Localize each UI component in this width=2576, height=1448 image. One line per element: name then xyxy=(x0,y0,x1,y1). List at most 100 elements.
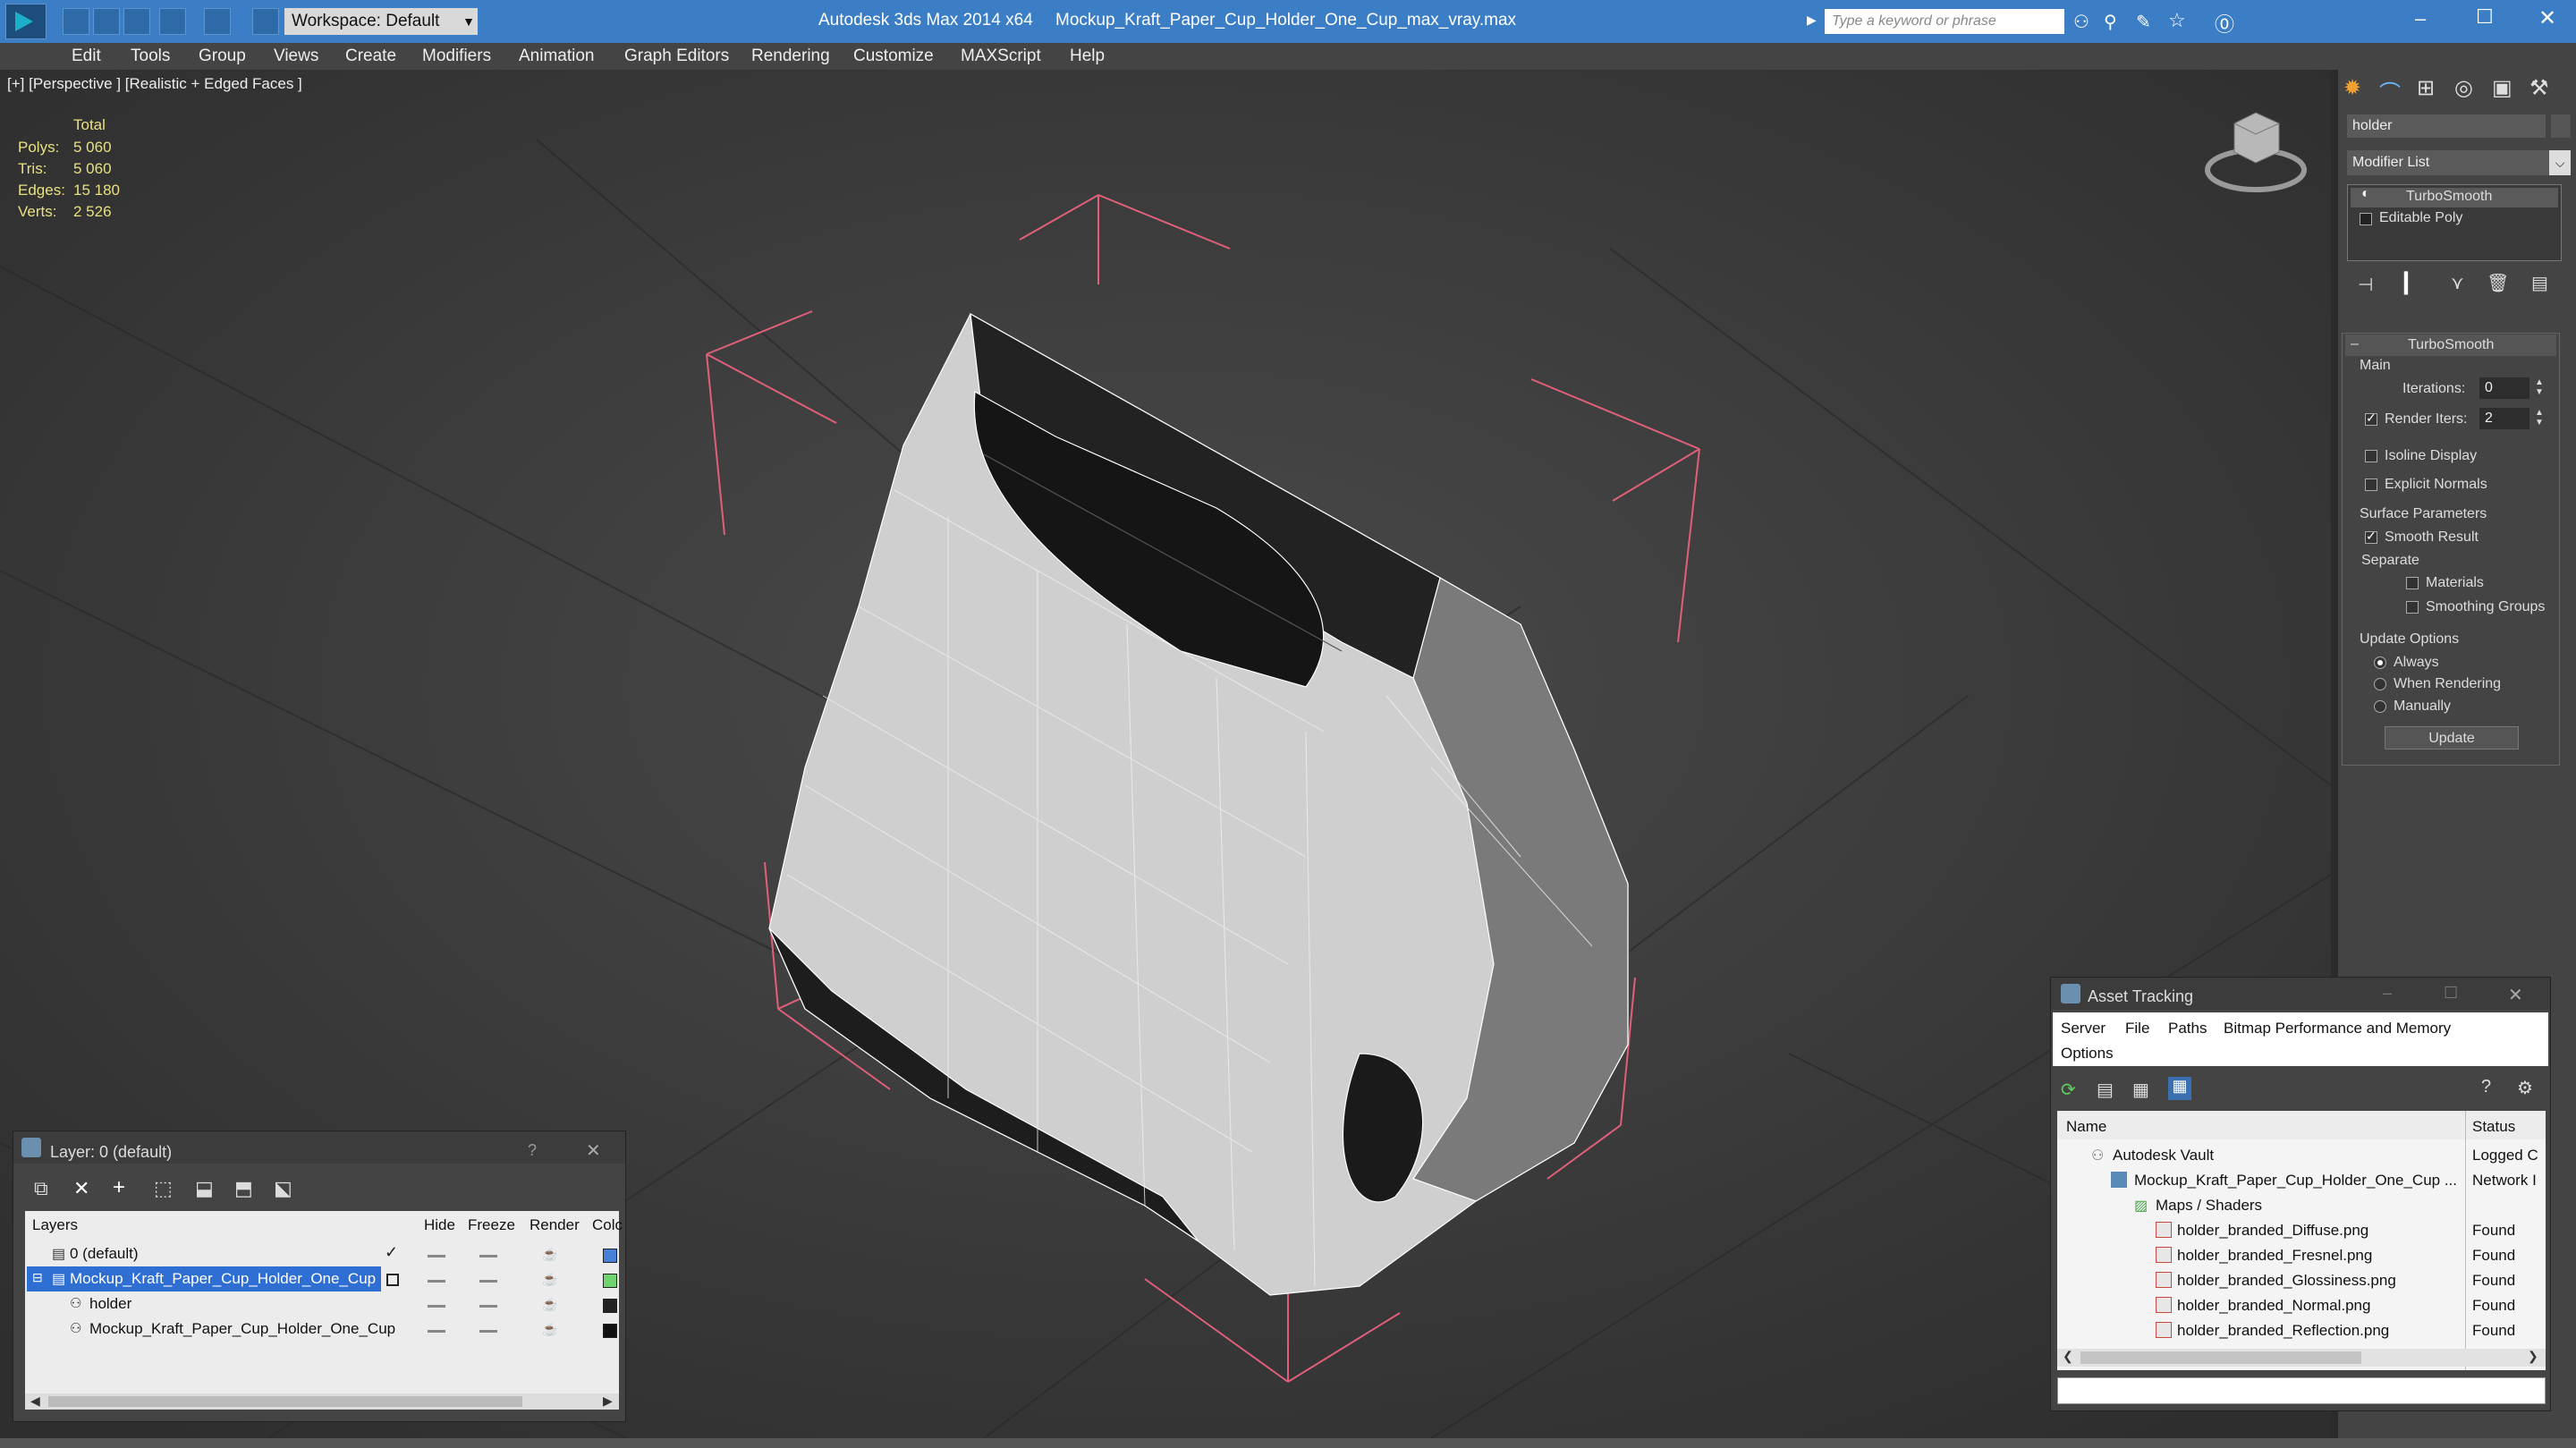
when-rendering-radio[interactable] xyxy=(2374,678,2386,690)
highlight-layer-icon[interactable]: ⬓ xyxy=(195,1177,214,1200)
search-input[interactable]: Type a keyword or phrase xyxy=(1825,9,2064,34)
spinner-arrows-icon[interactable]: ▲ ▼ xyxy=(2535,377,2544,397)
hide-toggle[interactable] xyxy=(428,1255,445,1257)
redo-icon[interactable] xyxy=(204,8,231,35)
favorites-star-icon[interactable]: ☆ xyxy=(2168,9,2186,32)
menu-maxscript[interactable]: MAXScript xyxy=(961,43,1041,70)
menu-create[interactable]: Create xyxy=(345,43,396,70)
make-unique-icon[interactable]: ⋎ xyxy=(2451,272,2464,294)
freeze-toggle[interactable] xyxy=(479,1330,497,1333)
menu-rendering[interactable]: Rendering xyxy=(751,43,830,70)
render-teapot-icon[interactable]: ☕ xyxy=(542,1322,557,1337)
column-header-name[interactable]: Name xyxy=(2066,1118,2106,1136)
update-button[interactable]: Update xyxy=(2385,726,2519,749)
close-icon[interactable]: ✕ xyxy=(586,1139,601,1162)
scroll-right-icon[interactable]: ▶ xyxy=(603,1393,613,1409)
scroll-left-icon[interactable]: ❮ xyxy=(2063,1349,2073,1364)
maximize-icon[interactable]: ☐ xyxy=(2444,984,2458,1003)
close-icon[interactable]: ✕ xyxy=(2508,984,2523,1006)
configure-sets-icon[interactable]: ▤ xyxy=(2531,272,2548,294)
table-row[interactable]: Mockup_Kraft_Paper_Cup_Holder_One_Cup xyxy=(89,1317,395,1342)
scroll-right-icon[interactable]: ❯ xyxy=(2528,1349,2538,1364)
table-row[interactable]: 0 (default) xyxy=(70,1241,139,1266)
maximize-icon[interactable]: ☐ xyxy=(2476,5,2494,29)
asset-menu-bitmap[interactable]: Bitmap Performance and Memory xyxy=(2224,1020,2451,1037)
list-item[interactable]: holder_branded_Glossiness.png xyxy=(2177,1268,2396,1293)
smooth-result-checkbox[interactable] xyxy=(2365,529,2377,544)
refresh-icon[interactable]: ⟳ xyxy=(2061,1079,2076,1101)
column-header-freeze[interactable]: Freeze xyxy=(468,1216,515,1234)
freeze-all-icon[interactable]: ⬕ xyxy=(274,1177,292,1200)
layer-color-swatch[interactable] xyxy=(603,1249,617,1263)
active-layer-check-icon[interactable]: ✓ xyxy=(385,1243,398,1262)
current-layer-box[interactable] xyxy=(386,1274,399,1286)
infocenter-binoculars-icon[interactable]: ⚇ xyxy=(2073,11,2095,32)
menu-help[interactable]: Help xyxy=(1070,43,1105,70)
expand-icon[interactable]: ⊟ xyxy=(32,1270,43,1285)
close-icon[interactable]: ✕ xyxy=(2538,5,2556,31)
asset-path-field[interactable] xyxy=(2057,1377,2546,1404)
list-item[interactable]: Maps / Shaders xyxy=(2156,1193,2262,1218)
help-icon[interactable]: ⓪ xyxy=(2215,9,2234,38)
show-end-result-icon[interactable]: ▎ xyxy=(2404,272,2419,295)
new-file-icon[interactable] xyxy=(63,8,89,35)
menu-edit[interactable]: Edit xyxy=(72,43,101,70)
chevron-down-icon[interactable]: ⌵ xyxy=(2549,150,2571,175)
minimize-icon[interactable]: – xyxy=(2415,7,2426,30)
list-item[interactable]: holder_branded_Diffuse.png xyxy=(2177,1218,2368,1243)
select-objects-icon[interactable]: ⬚ xyxy=(154,1177,173,1200)
help-icon[interactable]: ? xyxy=(528,1141,537,1160)
project-folder-icon[interactable] xyxy=(252,8,279,35)
grid-view-icon[interactable]: ▦ xyxy=(2168,1077,2191,1100)
lightbulb-icon[interactable]: ◐ xyxy=(2361,186,2370,202)
save-file-icon[interactable] xyxy=(123,8,150,35)
table-view-icon[interactable]: ▦ xyxy=(2132,1079,2149,1101)
undo-icon[interactable] xyxy=(159,8,186,35)
scrollbar-thumb[interactable] xyxy=(2080,1351,2361,1364)
spinner-arrows-icon[interactable]: ▲ ▼ xyxy=(2535,408,2544,428)
materials-checkbox[interactable] xyxy=(2406,577,2419,589)
modify-tab-icon[interactable]: ⌒ xyxy=(2379,75,2408,106)
iterations-spinner[interactable]: 0 xyxy=(2479,377,2529,399)
layer-color-swatch[interactable] xyxy=(603,1274,617,1288)
hide-toggle[interactable] xyxy=(428,1305,445,1308)
menu-group[interactable]: Group xyxy=(199,43,246,70)
workspace-chevron-down-icon[interactable]: ▼ xyxy=(460,8,478,35)
settings-icon[interactable]: ⚙ xyxy=(2517,1077,2533,1099)
workspace-dropdown[interactable]: Workspace: Default xyxy=(284,8,460,35)
open-file-icon[interactable] xyxy=(93,8,120,35)
hierarchy-tab-icon[interactable]: ⊞ xyxy=(2417,75,2445,102)
viewport-label[interactable]: [+] [Perspective ] [Realistic + Edged Fa… xyxy=(7,75,302,93)
utilities-tab-icon[interactable]: ⚒ xyxy=(2529,75,2558,102)
list-item[interactable]: holder_branded_Reflection.png xyxy=(2177,1318,2389,1343)
app-logo-icon[interactable] xyxy=(5,4,47,39)
freeze-toggle[interactable] xyxy=(479,1255,497,1257)
layer-color-swatch[interactable] xyxy=(603,1299,617,1313)
create-tab-icon[interactable]: ✹ xyxy=(2343,75,2372,102)
object-color-swatch[interactable] xyxy=(2551,114,2571,138)
menu-tools[interactable]: Tools xyxy=(131,43,170,70)
create-layer-icon[interactable]: ⧉ xyxy=(34,1177,48,1200)
pin-stack-icon[interactable]: ⊣ xyxy=(2358,274,2373,296)
freeze-toggle[interactable] xyxy=(479,1280,497,1283)
hide-toggle[interactable] xyxy=(428,1330,445,1333)
hide-all-icon[interactable]: ⬒ xyxy=(234,1177,253,1200)
manually-radio[interactable] xyxy=(2374,700,2386,713)
render-teapot-icon[interactable]: ☕ xyxy=(542,1247,557,1262)
list-item[interactable]: Mockup_Kraft_Paper_Cup_Holder_One_Cup ..… xyxy=(2134,1168,2457,1193)
menu-graph-editors[interactable]: Graph Editors xyxy=(624,43,729,70)
table-row[interactable]: Mockup_Kraft_Paper_Cup_Holder_One_Cup xyxy=(70,1266,376,1291)
render-iters-checkbox[interactable] xyxy=(2365,411,2377,426)
communication-icon[interactable]: ✎ xyxy=(2136,11,2151,33)
rollout-collapse-icon[interactable]: – xyxy=(2351,336,2359,352)
menu-views[interactable]: Views xyxy=(274,43,318,70)
explicit-normals-checkbox[interactable] xyxy=(2365,478,2377,491)
delete-layer-icon[interactable]: ✕ xyxy=(73,1177,89,1200)
render-iters-spinner[interactable]: 2 xyxy=(2479,408,2529,429)
modifier-list-dropdown[interactable]: Modifier List xyxy=(2347,150,2549,175)
render-teapot-icon[interactable]: ☕ xyxy=(542,1272,557,1287)
render-teapot-icon[interactable]: ☕ xyxy=(542,1297,557,1312)
hide-toggle[interactable] xyxy=(428,1280,445,1283)
search-arrow-icon[interactable]: ▶ xyxy=(1807,13,1817,28)
scrollbar-thumb[interactable] xyxy=(48,1396,522,1407)
